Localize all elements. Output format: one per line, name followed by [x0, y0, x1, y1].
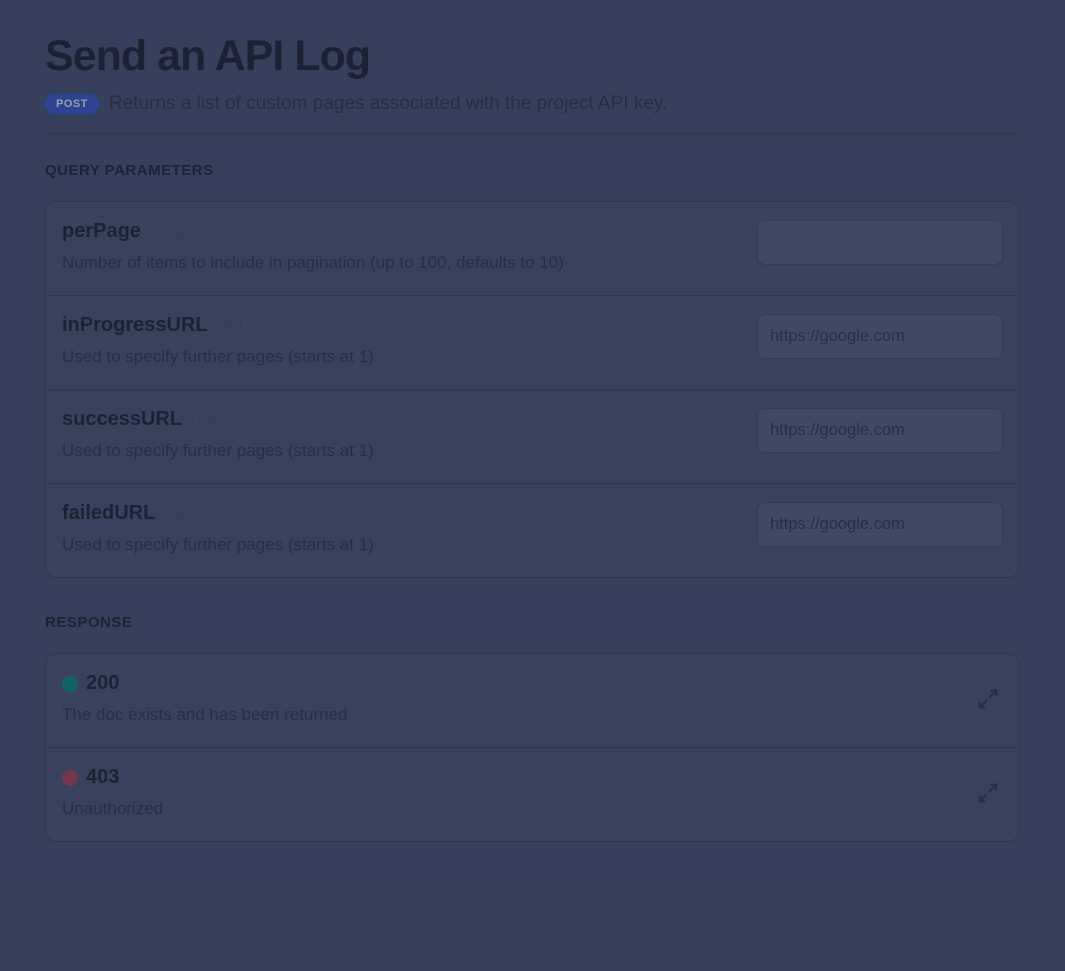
param-input-successurl[interactable]: [757, 408, 1003, 453]
method-badge: POST: [45, 94, 99, 114]
expand-icon[interactable]: [977, 782, 999, 804]
param-name: perPage: [62, 220, 141, 243]
query-parameters-box: perPage integer Number of items to inclu…: [45, 201, 1020, 578]
param-name: successURL: [62, 408, 182, 431]
response-box: 200 The doc exists and has been returned…: [45, 653, 1020, 842]
status-dot-success-icon: [62, 676, 78, 692]
param-input-inprogressurl[interactable]: [757, 314, 1003, 359]
response-row-403[interactable]: 403 Unauthorized: [46, 748, 1019, 841]
page-title: Send an API Log: [45, 32, 1020, 81]
param-type: integer: [149, 224, 198, 242]
param-desc: Number of items to include in pagination…: [62, 253, 737, 273]
status-desc: Unauthorized: [62, 799, 977, 819]
param-type: URL: [190, 412, 222, 430]
param-row-failedurl: failedURL URL Used to specify further pa…: [46, 484, 1019, 577]
status-desc: The doc exists and has been returned: [62, 705, 977, 725]
param-row-perpage: perPage integer Number of items to inclu…: [46, 202, 1019, 296]
response-heading: RESPONSE: [45, 614, 1020, 631]
param-desc: Used to specify further pages (starts at…: [62, 347, 737, 367]
param-type: URL: [163, 506, 195, 524]
param-input-perpage[interactable]: [757, 220, 1003, 265]
param-row-successurl: successURL URL Used to specify further p…: [46, 390, 1019, 484]
status-dot-error-icon: [62, 770, 78, 786]
param-type: URL: [216, 318, 248, 336]
param-name: inProgressURL: [62, 314, 208, 337]
expand-icon[interactable]: [977, 688, 999, 710]
param-desc: Used to specify further pages (starts at…: [62, 535, 737, 555]
param-input-failedurl[interactable]: [757, 502, 1003, 547]
status-code: 403: [86, 766, 119, 789]
subtitle-text: Returns a list of custom pages associate…: [109, 93, 667, 115]
param-desc: Used to specify further pages (starts at…: [62, 441, 737, 461]
query-parameters-heading: QUERY PARAMETERS: [45, 162, 1020, 179]
subtitle-row: POST Returns a list of custom pages asso…: [45, 93, 1020, 134]
param-row-inprogressurl: inProgressURL URL Used to specify furthe…: [46, 296, 1019, 390]
param-name: failedURL: [62, 502, 155, 525]
response-row-200[interactable]: 200 The doc exists and has been returned: [46, 654, 1019, 748]
status-code: 200: [86, 672, 119, 695]
